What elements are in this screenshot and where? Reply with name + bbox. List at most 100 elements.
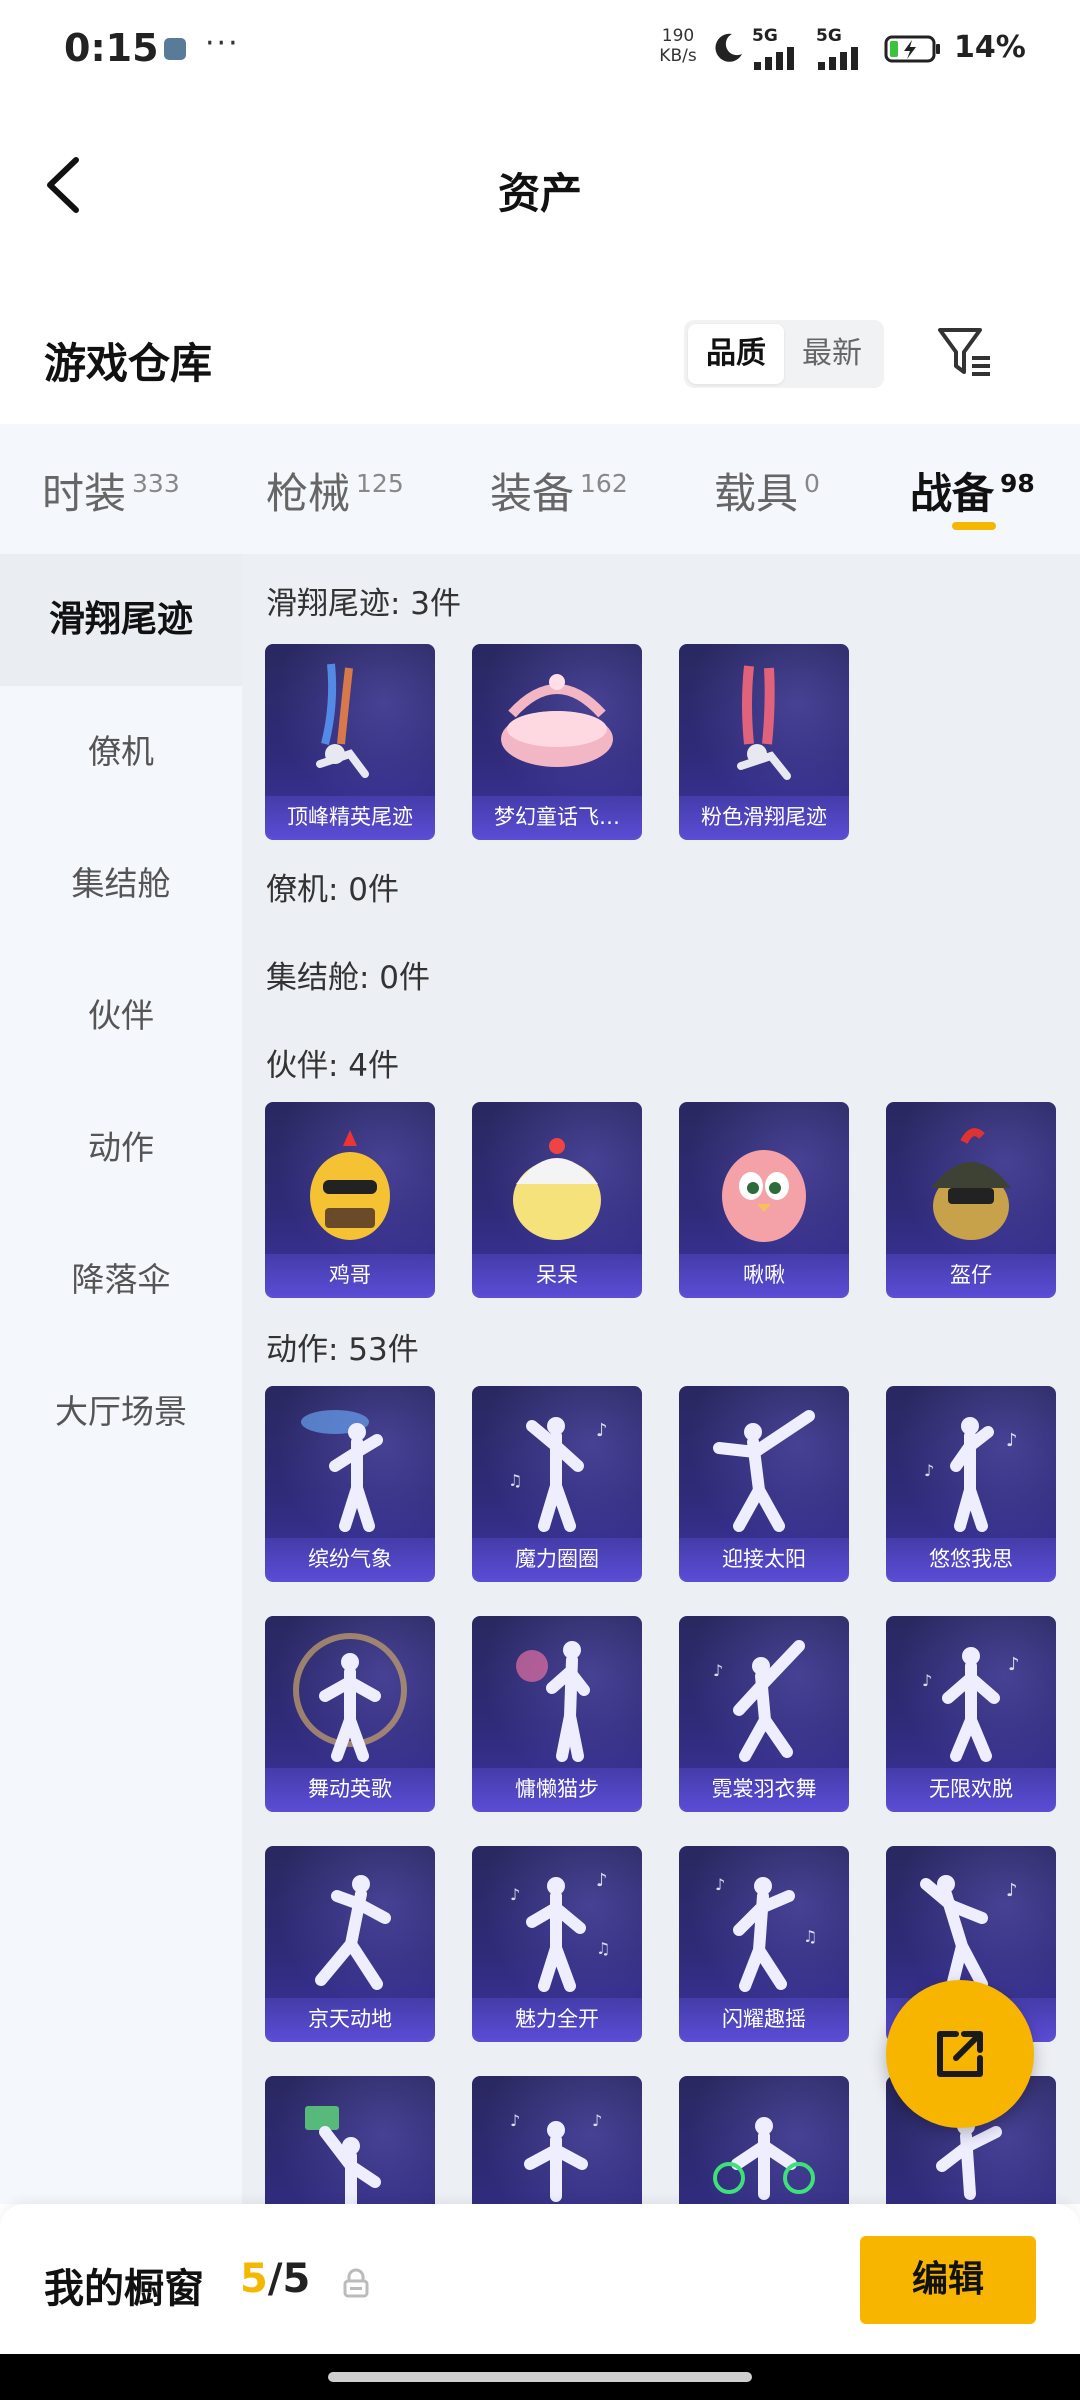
emote-figure-art — [713, 2117, 815, 2200]
signal-icon-sim2: 5G — [816, 26, 872, 70]
item-name: 无限欢脱 — [886, 1768, 1056, 1810]
emote-figure-art: ♪ ♫ — [508, 1417, 608, 1532]
sidebar-item-assembly-pod[interactable]: 集结舱 — [0, 818, 242, 950]
item-card[interactable]: 迎接太阳 — [679, 1386, 849, 1580]
item-name: 啾啾 — [679, 1254, 849, 1296]
tab-count: 125 — [356, 469, 404, 498]
helmet-partner-art — [931, 1128, 1011, 1240]
emote-figure-art: ♪ ♪ — [924, 1417, 1018, 1532]
external-link-icon — [937, 2031, 983, 2077]
item-card[interactable]: 京天动地 — [265, 1846, 435, 2040]
pink-glide-trail-art — [737, 665, 791, 780]
tab-label: 装备 — [490, 469, 575, 518]
tab-guns[interactable]: 枪械 125 — [266, 460, 404, 520]
more-notifications-icon: ··· — [205, 26, 240, 61]
item-card[interactable]: 啾啾 — [679, 1102, 849, 1296]
emote-figure-art — [293, 1633, 407, 1762]
item-name: 呆呆 — [472, 1254, 642, 1296]
item-card[interactable]: 呆呆 — [472, 1102, 642, 1296]
item-card[interactable]: ♪ ♪ ♫ 魅力全开 — [472, 1846, 642, 2040]
status-bar: 0:15 ··· 190 KB/s 5G 5G 14% — [0, 0, 1080, 100]
emote-figure-art — [713, 1410, 815, 1532]
item-name: 迎接太阳 — [679, 1538, 849, 1580]
network-speed: 190 KB/s — [654, 26, 702, 66]
item-name: 悠悠我思 — [886, 1538, 1056, 1580]
emote-figure-art — [315, 1875, 391, 1990]
svg-text:♪: ♪ — [922, 1671, 932, 1690]
sidebar-item-parachute[interactable]: 降落伞 — [0, 1214, 242, 1346]
showcase-label: 我的橱窗 — [44, 2266, 204, 2312]
svg-text:♪: ♪ — [1008, 1654, 1020, 1675]
sidebar-item-glide-trail[interactable]: 滑翔尾迹 — [0, 554, 242, 686]
emote-figure-art — [305, 2106, 381, 2204]
item-card[interactable]: 顶峰精英尾迹 — [265, 644, 435, 838]
tab-battle-prep[interactable]: 战备 98 — [910, 460, 1035, 520]
sort-by-newest-button[interactable]: 最新 — [784, 324, 880, 384]
item-name: 粉色滑翔尾迹 — [679, 796, 849, 838]
item-card[interactable]: ♪ ♪ 悠悠我思 — [886, 1386, 1056, 1580]
group-label-assembly-pod: 集结舱: 0件 — [266, 960, 431, 996]
item-name: 缤纷气象 — [265, 1538, 435, 1580]
status-time: 0:15 — [64, 26, 159, 70]
item-card[interactable]: ♪ 霓裳羽衣舞 — [679, 1616, 849, 1810]
app-notification-icon — [164, 38, 186, 60]
emote-figure-art: ♪ ♫ — [715, 1875, 817, 1992]
emote-figure-art: ♪ ♪ — [510, 2111, 602, 2202]
svg-text:♪: ♪ — [924, 1461, 934, 1480]
svg-text:♪: ♪ — [510, 2111, 520, 2130]
tab-label: 载具 — [714, 469, 799, 518]
item-card[interactable]: 舞动英歌 — [265, 1616, 435, 1810]
svg-text:♪: ♪ — [596, 1870, 608, 1891]
showcase-bar: 我的橱窗 5/5 编辑 — [0, 2204, 1080, 2354]
sort-by-quality-button[interactable]: 品质 — [688, 324, 784, 384]
sidebar-item-wingman[interactable]: 僚机 — [0, 686, 242, 818]
item-card[interactable]: 缤纷气象 — [265, 1386, 435, 1580]
item-name: 魅力全开 — [472, 1998, 642, 2040]
tab-label: 战备 — [910, 469, 995, 518]
item-card[interactable]: 梦幻童话飞… — [472, 644, 642, 838]
item-card[interactable]: ♪ ♪ 无限欢脱 — [886, 1616, 1056, 1810]
tab-vehicles[interactable]: 载具 0 — [714, 460, 820, 520]
svg-text:♫: ♫ — [508, 1471, 522, 1490]
item-card[interactable] — [679, 2076, 849, 2204]
emote-figure-art: ♪ — [920, 1875, 1018, 1992]
lock-icon — [343, 2268, 369, 2298]
item-card[interactable]: 鸡哥 — [265, 1102, 435, 1296]
tab-fashion[interactable]: 时装 333 — [42, 460, 180, 520]
sidebar-item-partner[interactable]: 伙伴 — [0, 950, 242, 1082]
emote-figure-art: ♪ — [713, 1640, 805, 1762]
item-name: 霓裳羽衣舞 — [679, 1768, 849, 1810]
edit-button[interactable]: 编辑 — [860, 2236, 1036, 2324]
svg-text:♫: ♫ — [803, 1927, 817, 1946]
sidebar-item-lobby-scene[interactable]: 大厅场景 — [0, 1346, 242, 1478]
item-name: 魔力圈圈 — [472, 1538, 642, 1580]
item-card[interactable]: 粉色滑翔尾迹 — [679, 644, 849, 838]
item-card[interactable]: ♪ ♪ — [472, 2076, 642, 2204]
moon-icon — [715, 33, 742, 62]
tab-label: 枪械 — [266, 469, 351, 518]
network-speed-value: 190 — [661, 26, 695, 46]
network-speed-unit: KB/s — [659, 46, 697, 66]
emote-figure-art: ♪ ♪ — [922, 1647, 1020, 1762]
item-card[interactable]: 盔仔 — [886, 1102, 1056, 1296]
showcase-total: 5 — [282, 2256, 311, 2302]
item-name: 顶峰精英尾迹 — [265, 796, 435, 838]
item-name: 盔仔 — [886, 1254, 1056, 1296]
filter-icon[interactable] — [934, 322, 994, 382]
svg-text:♪: ♪ — [1006, 1880, 1018, 1901]
item-card[interactable]: 慵懒猫步 — [472, 1616, 642, 1810]
home-indicator[interactable] — [328, 2372, 752, 2382]
item-card[interactable]: ♪ ♫ 魔力圈圈 — [472, 1386, 642, 1580]
share-button[interactable] — [886, 1980, 1034, 2128]
group-label-emote: 动作: 53件 — [266, 1332, 419, 1368]
item-card[interactable]: ♪ ♫ 闪耀趣摇 — [679, 1846, 849, 2040]
tab-equipment[interactable]: 装备 162 — [490, 460, 628, 520]
svg-text:♪: ♪ — [713, 1661, 723, 1680]
svg-text:♪: ♪ — [1006, 1430, 1018, 1451]
sidebar-item-emote[interactable]: 动作 — [0, 1082, 242, 1214]
sim2-label: 5G — [816, 26, 842, 46]
item-card[interactable] — [265, 2076, 435, 2204]
chicken-partner-art — [310, 1130, 390, 1240]
showcase-current: 5 — [240, 2256, 268, 2302]
svg-text:♫: ♫ — [596, 1939, 610, 1958]
